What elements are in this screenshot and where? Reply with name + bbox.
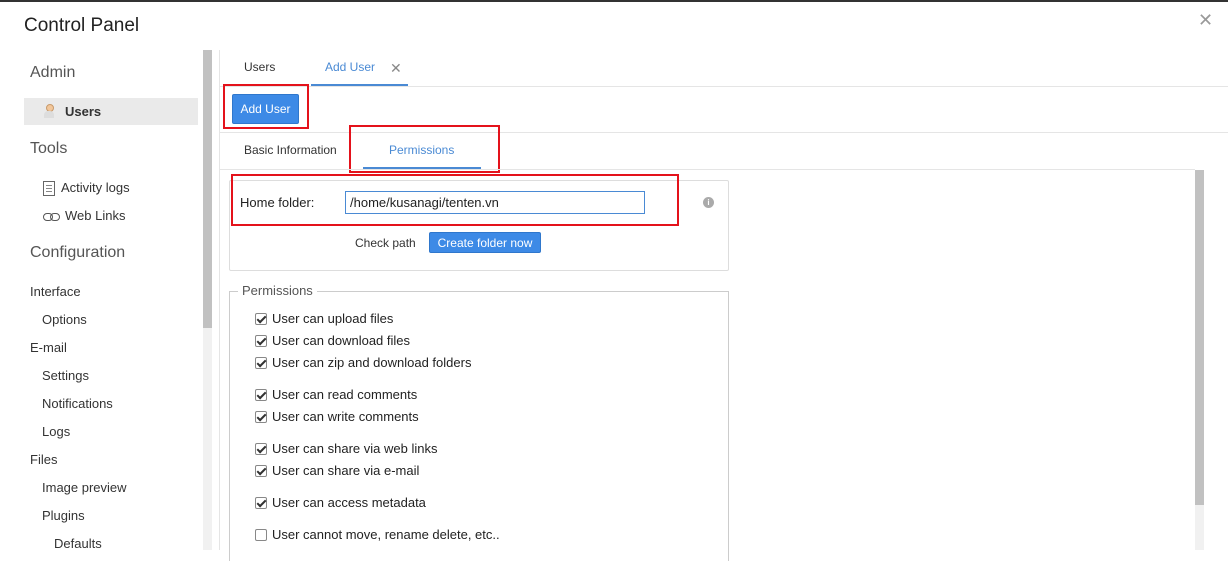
- sidebar-divider: [219, 50, 220, 550]
- main-scrollbar-track[interactable]: [1195, 505, 1204, 550]
- check-path-link[interactable]: Check path: [355, 236, 416, 250]
- sidebar-scrollbar-thumb[interactable]: [203, 50, 212, 328]
- create-folder-button[interactable]: Create folder now: [429, 232, 541, 253]
- main-scrollbar-thumb[interactable]: [1195, 170, 1204, 505]
- sidebar-item-activity-logs[interactable]: Activity logs: [43, 180, 130, 197]
- highlight-box-home-folder: [231, 174, 679, 226]
- checkbox-checked[interactable]: [255, 334, 267, 347]
- sidebar-section-configuration: Configuration: [30, 244, 126, 261]
- perm-label: User can zip and download folders: [272, 355, 472, 370]
- sidebar-item-label: Web Links: [65, 208, 126, 223]
- sidebar-item-defaults[interactable]: Defaults: [54, 536, 102, 551]
- tabs-divider: [220, 86, 1228, 87]
- sidebar-item-label: Activity logs: [61, 180, 130, 195]
- highlight-box-permissions-tab: [349, 125, 500, 173]
- perm-download-files[interactable]: User can download files: [255, 333, 410, 348]
- tab-basic-information[interactable]: Basic Information: [244, 143, 337, 157]
- tab-users[interactable]: Users: [244, 60, 275, 74]
- tab-close-icon[interactable]: ✕: [390, 60, 402, 77]
- info-icon[interactable]: i: [703, 197, 714, 208]
- sidebar-item-notifications[interactable]: Notifications: [42, 396, 113, 411]
- perm-label: User can share via web links: [272, 441, 438, 456]
- perm-label: User cannot move, rename delete, etc..: [272, 527, 500, 542]
- checkbox-checked[interactable]: [255, 464, 267, 477]
- checkbox-checked[interactable]: [255, 312, 267, 325]
- perm-write-comments[interactable]: User can write comments: [255, 409, 419, 424]
- window-title: Control Panel: [24, 15, 140, 36]
- perm-share-email[interactable]: User can share via e-mail: [255, 463, 419, 478]
- sidebar-item-settings[interactable]: Settings: [42, 368, 89, 383]
- sidebar-item-users[interactable]: Users: [24, 98, 198, 125]
- perm-share-web-links[interactable]: User can share via web links: [255, 441, 437, 456]
- sidebar-section-admin: Admin: [30, 64, 76, 81]
- checkbox-checked[interactable]: [255, 496, 267, 509]
- control-panel-window: Control Panel ✕ Admin Users Tools Activi…: [0, 0, 1228, 573]
- window-top-border: [0, 0, 1228, 2]
- perm-label: User can upload files: [272, 311, 394, 326]
- perm-label: User can read comments: [272, 387, 418, 402]
- checkbox-checked[interactable]: [255, 410, 267, 423]
- highlight-box-add-user: [223, 84, 309, 129]
- tab-add-user[interactable]: Add User: [325, 60, 375, 74]
- sidebar-item-image-preview[interactable]: Image preview: [42, 480, 127, 495]
- checkbox-checked[interactable]: [255, 388, 267, 401]
- sidebar-item-files[interactable]: Files: [30, 452, 57, 467]
- checkbox-checked[interactable]: [255, 356, 267, 369]
- sidebar-item-logs[interactable]: Logs: [42, 424, 70, 439]
- perm-label: User can write comments: [272, 409, 419, 424]
- perm-access-metadata[interactable]: User can access metadata: [255, 495, 426, 510]
- sidebar-item-plugins[interactable]: Plugins: [42, 508, 85, 523]
- perm-label: User can download files: [272, 333, 411, 348]
- sidebar-item-interface[interactable]: Interface: [30, 284, 81, 299]
- permissions-fieldset: [229, 291, 729, 561]
- sidebar-item-email[interactable]: E-mail: [30, 340, 67, 355]
- perm-label: User can share via e-mail: [272, 463, 420, 478]
- permissions-legend: Permissions: [238, 283, 317, 298]
- sidebar-section-tools: Tools: [30, 140, 68, 157]
- perm-zip-download[interactable]: User can zip and download folders: [255, 355, 471, 370]
- perm-cannot-move[interactable]: User cannot move, rename delete, etc..: [255, 527, 500, 542]
- checkbox-checked[interactable]: [255, 442, 267, 455]
- sidebar-scrollbar-track[interactable]: [203, 328, 212, 550]
- perm-read-comments[interactable]: User can read comments: [255, 387, 417, 402]
- close-icon[interactable]: ✕: [1198, 10, 1213, 31]
- sidebar-item-label: Users: [65, 104, 102, 119]
- link-icon: [43, 212, 60, 221]
- sidebar-item-web-links[interactable]: Web Links: [43, 208, 125, 223]
- log-icon: [43, 181, 55, 197]
- subtabs-divider: [220, 169, 1195, 170]
- perm-upload-files[interactable]: User can upload files: [255, 311, 393, 326]
- user-icon: [44, 104, 54, 118]
- checkbox-unchecked[interactable]: [255, 528, 267, 541]
- sidebar-item-options[interactable]: Options: [42, 312, 87, 327]
- perm-label: User can access metadata: [272, 495, 426, 510]
